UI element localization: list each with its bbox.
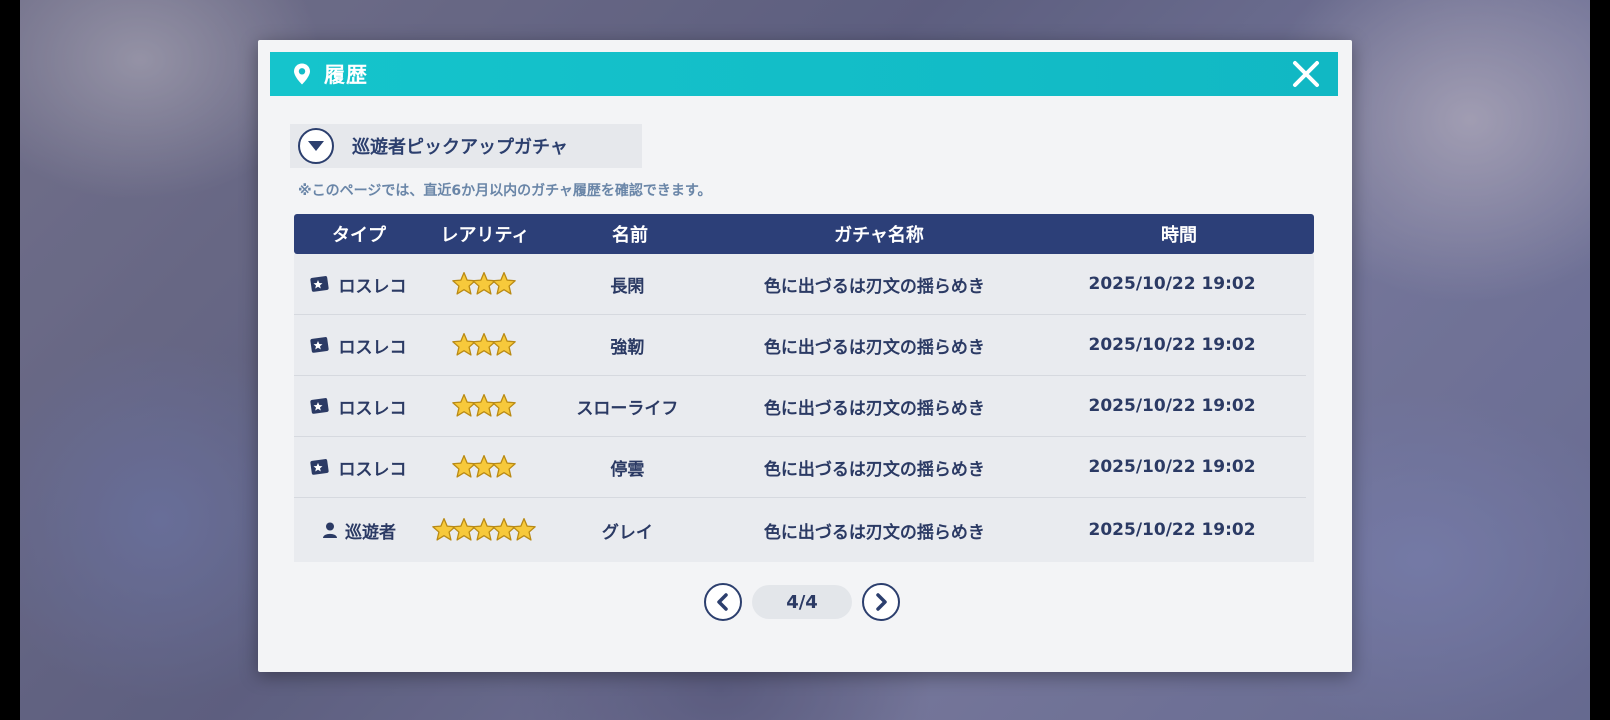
record-card-icon <box>310 398 330 414</box>
table-row: ロスレコ 長閑 色に出づるは刃文の揺らめき 2025/10/22 19:02 <box>294 254 1306 315</box>
type-cell: ロスレコ <box>294 455 423 480</box>
record-card-icon <box>310 337 330 353</box>
rarity-stars <box>423 393 544 419</box>
history-notice: ※このページでは、直近6か月以内のガチャ履歴を確認できます。 <box>298 183 712 199</box>
type-cell: 巡遊者 <box>294 518 423 543</box>
record-card-icon <box>310 459 330 475</box>
rarity-stars <box>423 271 544 297</box>
gacha-name-cell: 色に出づるは刃文の揺らめき <box>763 459 985 480</box>
location-pin-icon <box>294 63 310 85</box>
dialog-title-bar: 履歴 <box>270 52 1338 96</box>
table-row: 巡遊者 グレイ 色に出づるは刃文の揺らめき 2025/10/22 19:02 <box>294 498 1306 562</box>
time-cell: 2025/10/22 19:02 <box>1088 457 1256 477</box>
page-indicator: 4/4 <box>752 585 852 619</box>
right-letterbox <box>1590 0 1610 720</box>
chevron-right-icon <box>876 593 887 611</box>
column-header-time: 時間 <box>1161 225 1197 246</box>
rarity-stars <box>423 454 544 480</box>
type-label: ロスレコ <box>338 276 407 297</box>
star-icon <box>491 393 516 417</box>
history-table: タイプ レアリティ 名前 ガチャ名称 時間 ロスレコ 長閑 色に出づるは刃文の揺らめ… <box>294 214 1314 562</box>
type-label: 巡遊者 <box>344 522 396 543</box>
gacha-type-dropdown[interactable]: 巡遊者ピックアップガチャ <box>290 124 642 168</box>
time-cell: 2025/10/22 19:02 <box>1088 274 1256 294</box>
type-cell: ロスレコ <box>294 394 423 419</box>
rarity-stars <box>423 332 544 358</box>
column-header-gacha-name: ガチャ名称 <box>834 225 924 246</box>
name-cell: グレイ <box>601 522 653 543</box>
person-icon <box>322 522 337 538</box>
name-cell: 長閑 <box>610 276 645 297</box>
dialog-title: 履歴 <box>324 63 368 87</box>
table-body: ロスレコ 長閑 色に出づるは刃文の揺らめき 2025/10/22 19:02 ロスレコ強… <box>294 254 1314 562</box>
close-icon[interactable] <box>1290 58 1322 90</box>
gacha-name-cell: 色に出づるは刃文の揺らめき <box>763 337 985 358</box>
name-cell: 強靭 <box>610 337 645 358</box>
table-row: ロスレコ 停雲 色に出づるは刃文の揺らめき 2025/10/22 19:02 <box>294 437 1306 498</box>
name-cell: 停雲 <box>610 459 645 480</box>
gacha-name-cell: 色に出づるは刃文の揺らめき <box>763 522 985 543</box>
next-page-button[interactable] <box>862 583 900 621</box>
table-row: ロスレコ スローライフ 色に出づるは刃文の揺らめき 2025/10/22 19:02 <box>294 376 1306 437</box>
star-icon <box>491 454 516 478</box>
column-header-name: 名前 <box>612 225 648 246</box>
dropdown-toggle[interactable] <box>298 128 334 164</box>
time-cell: 2025/10/22 19:02 <box>1088 335 1256 355</box>
chevron-left-icon <box>717 593 728 611</box>
rarity-stars <box>423 517 544 543</box>
star-icon <box>491 271 516 295</box>
name-cell: スローライフ <box>576 398 679 419</box>
prev-page-button[interactable] <box>704 583 742 621</box>
left-letterbox <box>0 0 20 720</box>
chevron-down-icon <box>308 141 324 151</box>
type-label: ロスレコ <box>338 398 407 419</box>
dropdown-selected-label: 巡遊者ピックアップガチャ <box>352 137 568 158</box>
type-label: ロスレコ <box>338 337 407 358</box>
type-label: ロスレコ <box>338 459 407 480</box>
type-cell: ロスレコ <box>294 272 423 297</box>
gacha-name-cell: 色に出づるは刃文の揺らめき <box>763 398 985 419</box>
table-header: タイプ レアリティ 名前 ガチャ名称 時間 <box>294 214 1314 254</box>
table-row: ロスレコ 強靭 色に出づるは刃文の揺らめき 2025/10/22 19:02 <box>294 315 1306 376</box>
gacha-name-cell: 色に出づるは刃文の揺らめき <box>763 276 985 297</box>
column-header-type: タイプ <box>332 225 386 246</box>
record-card-icon <box>310 276 330 292</box>
time-cell: 2025/10/22 19:02 <box>1088 520 1256 540</box>
history-dialog: 履歴 巡遊者ピックアップガチャ ※このページでは、直近6か月以内のガチャ履歴を確… <box>258 40 1352 672</box>
star-icon <box>491 332 516 356</box>
time-cell: 2025/10/22 19:02 <box>1088 396 1256 416</box>
star-icon <box>511 517 536 541</box>
type-cell: ロスレコ <box>294 333 423 358</box>
column-header-rarity: レアリティ <box>440 225 530 246</box>
pagination: 4/4 <box>704 582 900 622</box>
